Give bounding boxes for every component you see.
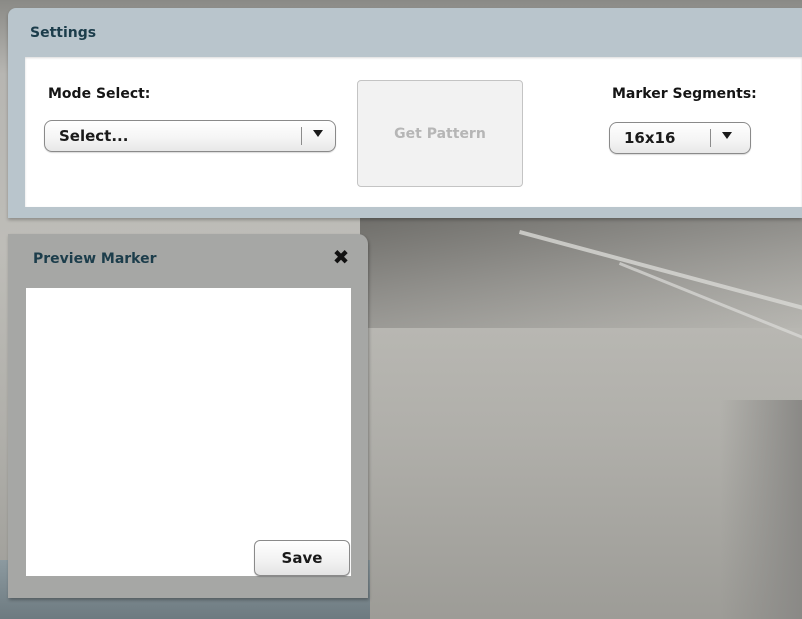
marker-segments-dropdown[interactable]: 16x16 [609, 122, 751, 154]
mode-select-label: Mode Select: [48, 86, 151, 102]
dropdown-separator [301, 127, 302, 145]
wall-edge [720, 400, 802, 619]
mode-select-value: Select... [59, 127, 129, 145]
settings-panel: Settings Mode Select: Select... Get Patt… [8, 8, 802, 218]
marker-segments-label: Marker Segments: [612, 86, 757, 102]
close-icon[interactable]: ✖ [330, 246, 352, 268]
get-pattern-button[interactable]: Get Pattern [357, 80, 523, 187]
preview-marker-title: Preview Marker [33, 251, 157, 267]
save-button[interactable]: Save [254, 540, 350, 576]
settings-title: Settings [30, 25, 97, 41]
dropdown-separator [710, 129, 711, 147]
settings-body: Mode Select: Select... Get Pattern Marke… [25, 57, 802, 207]
mode-select-dropdown[interactable]: Select... [44, 120, 336, 152]
marker-preview-canvas [26, 288, 351, 576]
chevron-down-icon [722, 132, 732, 139]
marker-segments-value: 16x16 [624, 129, 676, 147]
chevron-down-icon [313, 130, 323, 137]
preview-marker-panel: Preview Marker ✖ Save [8, 234, 368, 598]
